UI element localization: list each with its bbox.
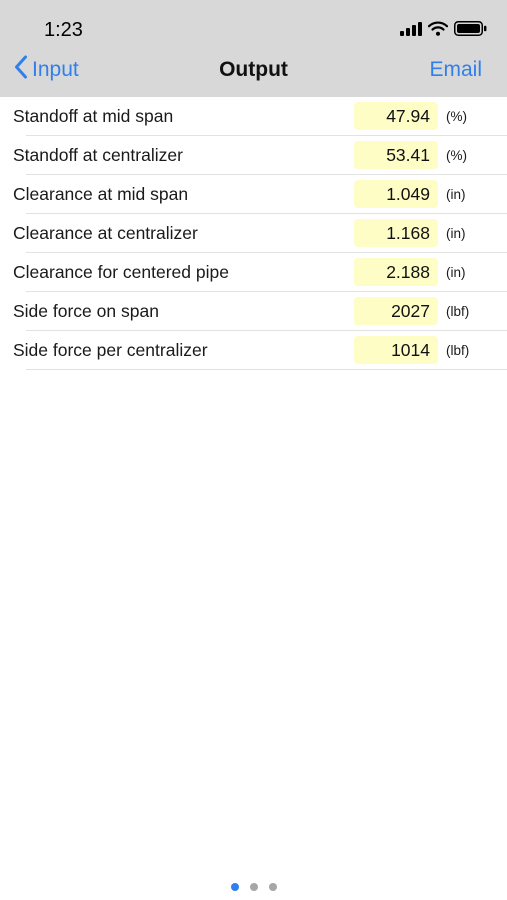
row-value: 1014 <box>354 336 438 364</box>
page-indicator[interactable] <box>0 883 507 891</box>
battery-icon <box>454 21 487 41</box>
status-icons <box>400 21 487 41</box>
row-label: Standoff at mid span <box>13 106 174 126</box>
row-label: Side force per centralizer <box>13 340 208 360</box>
chevron-left-icon <box>14 55 28 85</box>
row-value: 2027 <box>354 297 438 325</box>
row-label: Clearance at centralizer <box>13 223 198 243</box>
row-label: Clearance for centered pipe <box>13 262 229 282</box>
row-label: Standoff at centralizer <box>13 145 183 165</box>
row-label: Side force on span <box>13 301 159 321</box>
back-button-label: Input <box>32 58 79 81</box>
output-row-clearance-centered-pipe: Clearance for centered pipe 2.188 (in) <box>0 253 507 292</box>
email-button[interactable]: Email <box>429 58 482 82</box>
row-unit: (in) <box>446 226 466 241</box>
output-row-clearance-centralizer: Clearance at centralizer 1.168 (in) <box>0 214 507 253</box>
row-unit: (in) <box>446 187 466 202</box>
top-bar: 1:23 Input Output Email <box>0 0 507 97</box>
cellular-signal-icon <box>400 21 422 41</box>
output-row-clearance-mid-span: Clearance at mid span 1.049 (in) <box>0 175 507 214</box>
back-button[interactable]: Input <box>14 55 79 85</box>
row-label: Clearance at mid span <box>13 184 189 204</box>
page-dot-2[interactable] <box>249 883 258 891</box>
row-value: 1.168 <box>354 219 438 247</box>
row-value: 47.94 <box>354 102 438 130</box>
output-row-side-force-span: Side force on span 2027 (lbf) <box>0 292 507 331</box>
output-row-standoff-mid-span: Standoff at mid span 47.94 (%) <box>0 97 507 136</box>
row-unit: (lbf) <box>446 304 470 319</box>
page-dot-3[interactable] <box>268 883 277 891</box>
row-unit: (%) <box>446 148 467 163</box>
row-unit: (lbf) <box>446 343 470 358</box>
page-dot-1[interactable] <box>230 883 239 891</box>
row-value: 1.049 <box>354 180 438 208</box>
row-unit: (in) <box>446 265 466 280</box>
wifi-icon <box>427 21 449 41</box>
row-unit: (%) <box>446 109 467 124</box>
output-row-side-force-centralizer: Side force per centralizer 1014 (lbf) <box>0 331 507 370</box>
row-value: 53.41 <box>354 141 438 169</box>
row-value: 2.188 <box>354 258 438 286</box>
status-time: 1:23 <box>44 19 83 41</box>
output-row-standoff-centralizer: Standoff at centralizer 53.41 (%) <box>0 136 507 175</box>
output-list: Standoff at mid span 47.94 (%) Standoff … <box>0 97 507 370</box>
